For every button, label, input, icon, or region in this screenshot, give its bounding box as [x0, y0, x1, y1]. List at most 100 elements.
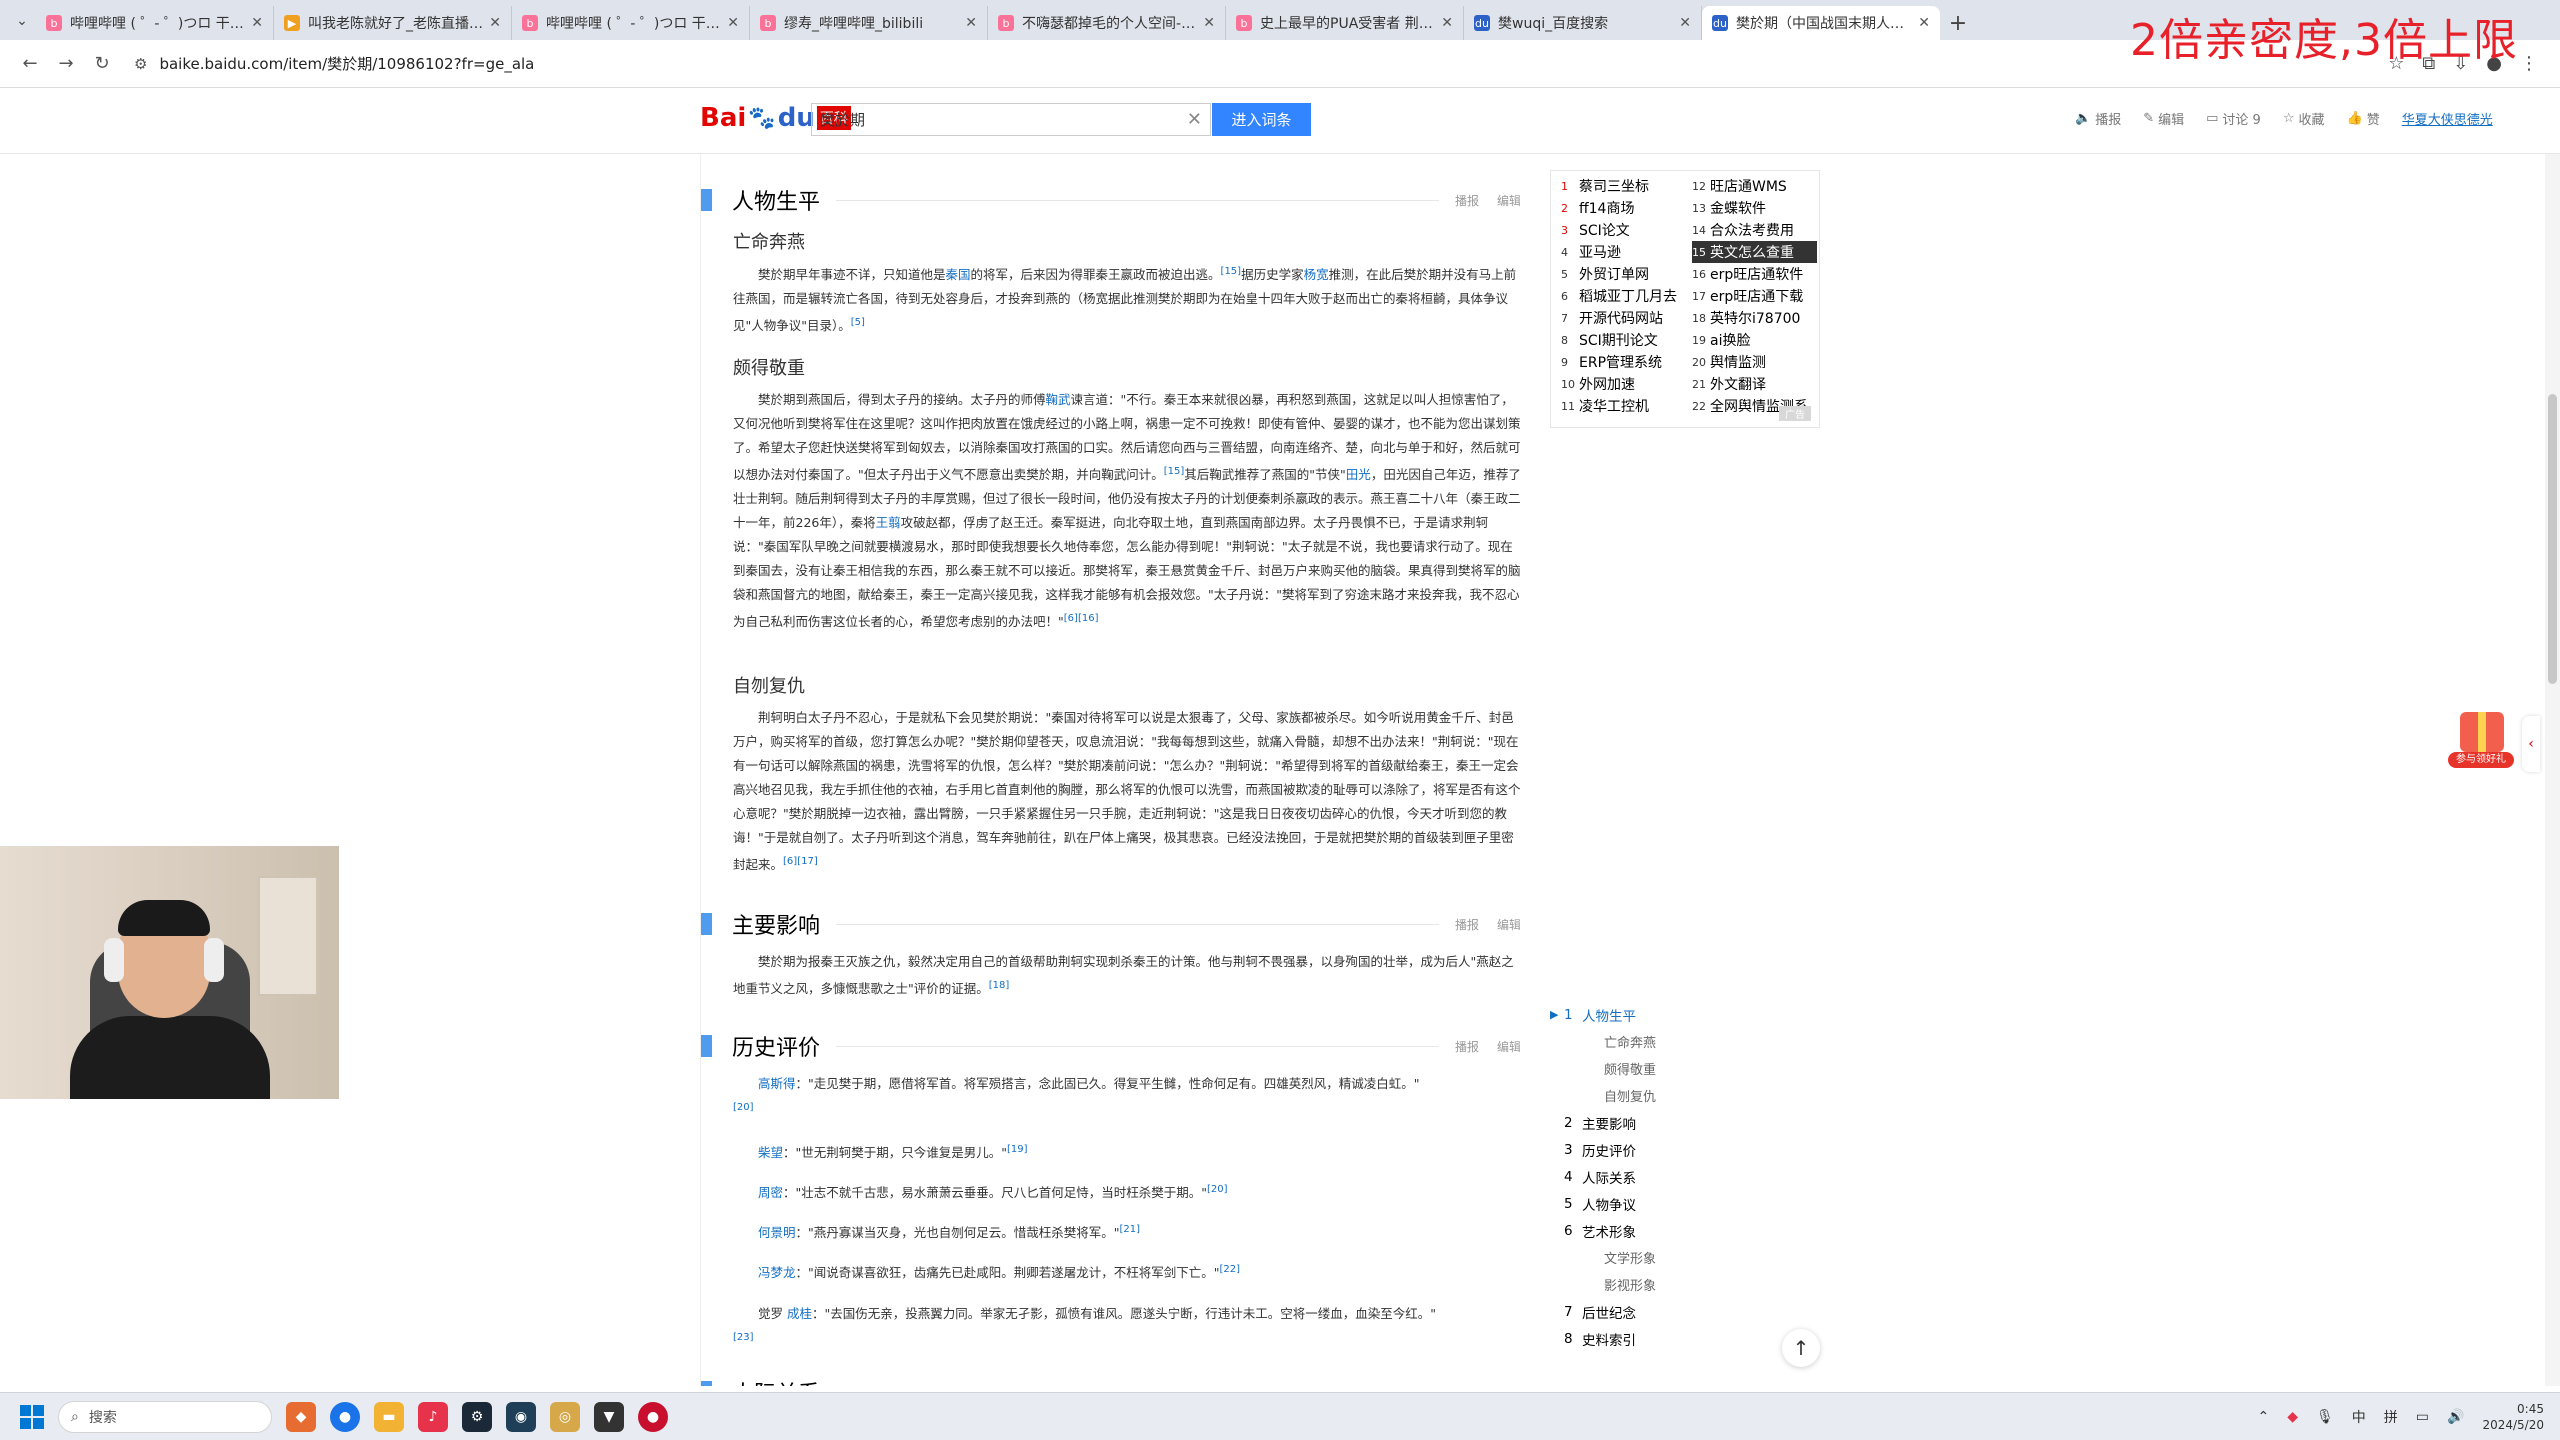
netease-music-icon[interactable]: ♪ [418, 1401, 448, 1432]
ad-keyword-item[interactable]: 4 亚马逊 [1561, 241, 1686, 263]
tab-close-icon[interactable]: ✕ [1441, 15, 1453, 31]
toc-item[interactable]: 4 人际关系 [1550, 1163, 1730, 1190]
link-qin[interactable]: 秦国 [946, 267, 971, 282]
ad-keyword-item[interactable]: 16 erp旺店通软件 [1692, 263, 1817, 285]
ad-keyword-item[interactable]: 14 合众法考费用 [1692, 219, 1817, 241]
toc-item[interactable]: 2 主要影响 [1550, 1109, 1730, 1136]
ad-keyword-item[interactable]: 6 稻城亚丁几月去 [1561, 285, 1686, 307]
app-owl-icon[interactable]: ◎ [550, 1401, 580, 1432]
tab-close-icon[interactable]: ✕ [965, 15, 977, 31]
url-field[interactable]: ⚙ baike.baidu.com/item/樊於期/10986102?fr=g… [134, 47, 2388, 81]
ref-link[interactable]: [22] [1220, 1264, 1241, 1275]
widget-app-icon[interactable]: ◆ [286, 1401, 316, 1432]
broadcast-link[interactable]: 播报 [1455, 916, 1479, 933]
tab-close-icon[interactable]: ✕ [727, 15, 739, 31]
tab-close-icon[interactable]: ✕ [489, 15, 501, 31]
toc-item[interactable]: 6 艺术形象 [1550, 1217, 1730, 1244]
quote-author[interactable]: 冯梦龙 [758, 1265, 796, 1280]
browser-tab[interactable]: b 哔哩哔哩 ( ゜- ゜)つロ 干杯~-bili ✕ [36, 6, 274, 40]
quote-author[interactable]: 何景明 [758, 1225, 796, 1240]
ref-link[interactable]: [5] [851, 317, 865, 328]
tab-close-icon[interactable]: ✕ [1918, 15, 1930, 31]
scrollbar-thumb[interactable] [2548, 394, 2557, 684]
tab-close-icon[interactable]: ✕ [1203, 15, 1215, 31]
app-arrow-icon[interactable]: ▼ [594, 1401, 624, 1432]
enter-entry-button[interactable]: 进入词条 [1212, 103, 1311, 136]
edit-link[interactable]: 编辑 [1497, 916, 1520, 933]
toc-item[interactable]: ▶ 1 人物生平 [1550, 1001, 1730, 1028]
ref-link[interactable]: [15] [1164, 466, 1185, 477]
ref-link[interactable]: [20] [1207, 1184, 1228, 1195]
chrome-icon[interactable]: ● [330, 1401, 360, 1432]
tab-close-icon[interactable]: ✕ [251, 15, 263, 31]
volume-icon[interactable]: 🔊 [2447, 1409, 2464, 1425]
quote-author[interactable]: 成桂 [787, 1306, 812, 1321]
promo-link[interactable]: 华夏大侠思德光 [2402, 109, 2493, 128]
game-launcher-icon[interactable]: ◉ [506, 1401, 536, 1432]
side-panel-toggle[interactable]: ‹ [2522, 716, 2540, 772]
back-icon[interactable]: ← [12, 46, 48, 82]
toc-item[interactable]: 5 人物争议 [1550, 1190, 1730, 1217]
like-button[interactable]: 👍 赞 [2347, 109, 2380, 128]
ref-link[interactable]: [15] [1221, 266, 1242, 277]
app-red-icon[interactable]: ● [638, 1401, 668, 1432]
ref-link[interactable]: [6] [783, 856, 797, 867]
browser-tab[interactable]: du 樊wuqi_百度搜索 ✕ [1464, 6, 1702, 40]
collect-button[interactable]: ☆ 收藏 [2283, 109, 2325, 128]
ad-keyword-item[interactable]: 9 ERP管理系统 [1561, 351, 1686, 373]
ref-link[interactable]: [21] [1120, 1224, 1141, 1235]
edit-link[interactable]: 编辑 [1497, 1384, 1520, 1387]
toc-item[interactable]: 3 历史评价 [1550, 1136, 1730, 1163]
ad-keyword-item[interactable]: 18 英特尔i78700 [1692, 307, 1817, 329]
ime-lang[interactable]: 中 [2352, 1407, 2366, 1427]
ad-keyword-item[interactable]: 11 凌华工控机 [1561, 395, 1686, 417]
ad-keyword-item[interactable]: 7 开源代码网站 [1561, 307, 1686, 329]
gift-widget[interactable]: 参与领好礼 [2448, 708, 2514, 770]
discuss-button[interactable]: ▭ 讨论 9 [2206, 109, 2261, 128]
steam-icon[interactable]: ⚙ [462, 1401, 492, 1432]
toc-subitem[interactable]: 影视形象 [1550, 1271, 1730, 1298]
clock[interactable]: 0:45 2024/5/20 [2482, 1401, 2544, 1433]
ref-link[interactable]: [20] [733, 1102, 754, 1113]
browser-tab[interactable]: b 不嗨瑟都掉毛的个人空间-不嗨 ✕ [988, 6, 1226, 40]
ad-keyword-item[interactable]: 19 ai换脸 [1692, 329, 1817, 351]
toc-subitem[interactable]: 亡命奔燕 [1550, 1028, 1730, 1055]
taskbar-search[interactable]: ⌕ 搜索 [58, 1400, 272, 1433]
tab-close-icon[interactable]: ✕ [1679, 15, 1691, 31]
broadcast-link[interactable]: 播报 [1455, 1038, 1479, 1055]
ad-keyword-item[interactable]: 1 蔡司三坐标 [1561, 175, 1686, 197]
ad-keyword-item[interactable]: 17 erp旺店通下载 [1692, 285, 1817, 307]
toc-subitem[interactable]: 文学形象 [1550, 1244, 1730, 1271]
broadcast-link[interactable]: 播报 [1455, 192, 1479, 209]
tray-chevron-icon[interactable]: ⌃ [2258, 1409, 2270, 1425]
tray-app-icon[interactable]: ◆ [2287, 1409, 2298, 1425]
back-to-top-button[interactable]: ↑ [1782, 1329, 1820, 1367]
new-tab-button[interactable]: + [1940, 6, 1976, 40]
page-scrollbar[interactable] [2545, 154, 2560, 1386]
broadcast-link[interactable]: 播报 [1455, 1384, 1479, 1387]
toc-subitem[interactable]: 自刎复仇 [1550, 1082, 1730, 1109]
link-yangkuan[interactable]: 杨宽 [1304, 267, 1329, 282]
reload-icon[interactable]: ↻ [84, 46, 120, 82]
browser-tab[interactable]: du 樊於期（中国战国末期人物）_百 ✕ [1702, 6, 1940, 40]
ref-link[interactable]: [19] [1007, 1144, 1028, 1155]
edit-link[interactable]: 编辑 [1497, 1038, 1520, 1055]
link-tianguang[interactable]: 田光 [1346, 467, 1371, 482]
toc-subitem[interactable]: 颇得敬重 [1550, 1055, 1730, 1082]
ad-keyword-item[interactable]: 15 英文怎么查重 [1692, 241, 1817, 263]
forward-icon[interactable]: → [48, 46, 84, 82]
toc-item[interactable]: 7 后世纪念 [1550, 1298, 1730, 1325]
ad-keyword-item[interactable]: 12 旺店通WMS [1692, 175, 1817, 197]
link-juwu[interactable]: 鞠武 [1046, 392, 1071, 407]
menu-icon[interactable]: ⋮ [2520, 53, 2538, 74]
ref-link[interactable]: [16] [1078, 613, 1099, 624]
ime-mode[interactable]: 拼 [2384, 1407, 2398, 1427]
ad-keyword-item[interactable]: 20 舆情监测 [1692, 351, 1817, 373]
browser-tab[interactable]: ▶ 叫我老陈就好了_老陈直播间74 ✕ [274, 6, 512, 40]
ad-keyword-item[interactable]: 3 SCI论文 [1561, 219, 1686, 241]
broadcast-button[interactable]: 🔈 播报 [2075, 109, 2121, 128]
baike-search-input[interactable]: 樊於期 ✕ [811, 103, 1211, 136]
quote-author[interactable]: 柴望 [758, 1145, 783, 1160]
ad-keyword-item[interactable]: 2 ff14商场 [1561, 197, 1686, 219]
ref-link[interactable]: [18] [989, 980, 1010, 991]
